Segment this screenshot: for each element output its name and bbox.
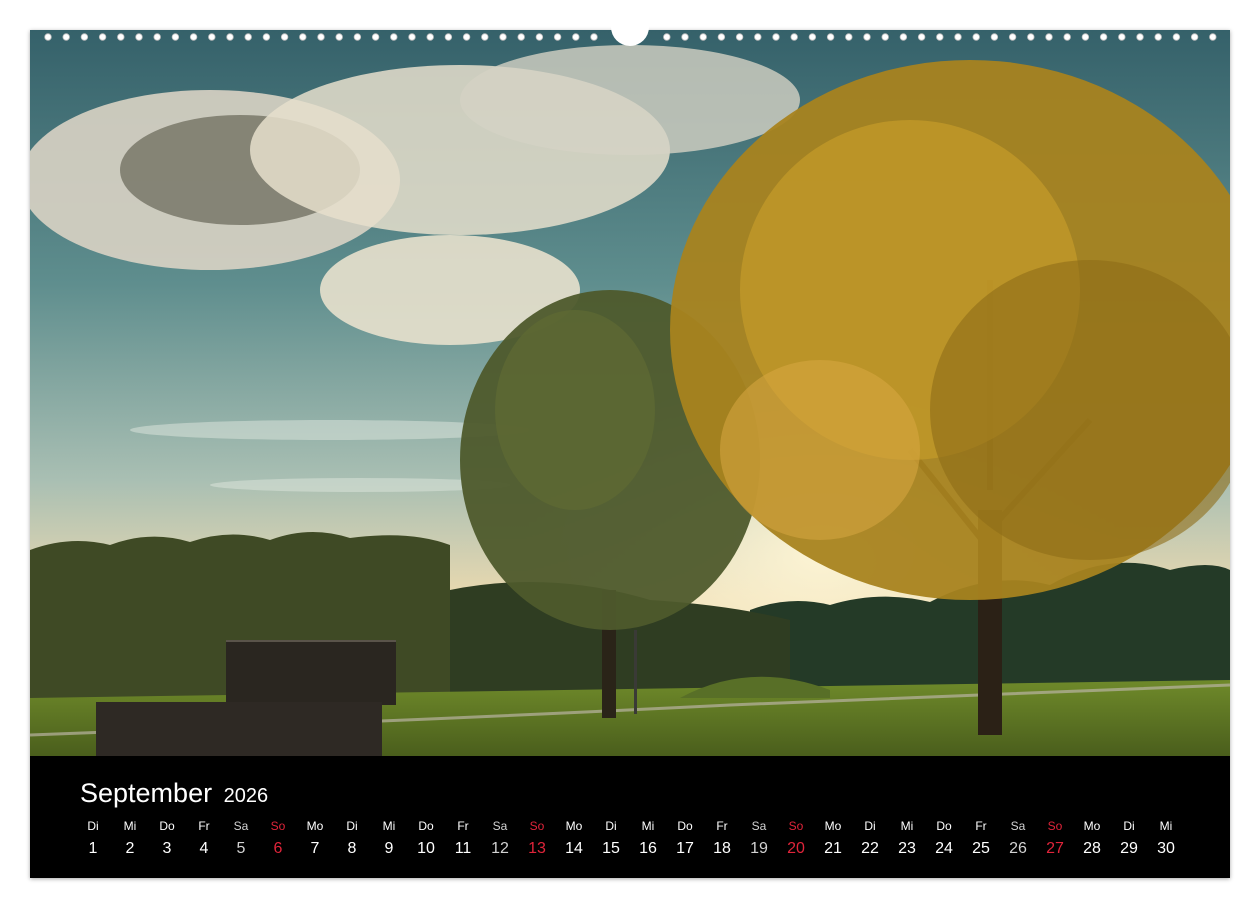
day-cell: So 13 (519, 818, 555, 860)
day-number: 30 (1157, 840, 1175, 857)
weekday-label: Fr (716, 819, 728, 833)
weekday-label: Di (346, 819, 358, 833)
day-cell: Mo 7 (297, 818, 333, 860)
day-number: 17 (676, 840, 694, 857)
weekday-label: So (270, 819, 286, 833)
day-number: 20 (787, 840, 805, 857)
day-number: 12 (491, 840, 509, 857)
day-number: 8 (347, 840, 357, 857)
weekday-label: Do (159, 819, 175, 833)
day-number: 7 (310, 840, 320, 857)
weekday-label: Di (864, 819, 876, 833)
day-number: 18 (713, 840, 731, 857)
day-number: 1 (88, 840, 98, 857)
day-number: 25 (972, 840, 990, 857)
month-name: September (80, 778, 213, 808)
day-number: 21 (824, 840, 842, 857)
day-number: 13 (528, 840, 546, 857)
weekday-label: Do (677, 819, 693, 833)
day-cell: Fr 11 (445, 818, 481, 860)
weekday-label: Mo (306, 819, 324, 833)
weekday-label: Mi (382, 819, 396, 833)
weekday-label: Fr (198, 819, 210, 833)
day-cell: Di 1 (75, 818, 111, 860)
day-cell: Di 8 (334, 818, 370, 860)
day-cell: Mo 14 (556, 818, 592, 860)
weekday-label: Mi (123, 819, 137, 833)
day-number: 2 (125, 840, 135, 857)
autumn-park-illustration (30, 30, 1230, 756)
day-cell: Mo 21 (815, 818, 851, 860)
day-cell: Do 3 (149, 818, 185, 860)
weekday-label: Di (87, 819, 99, 833)
weekday-label: Mi (641, 819, 655, 833)
landscape-photo (30, 30, 1230, 756)
weekday-label: Sa (233, 819, 249, 833)
weekday-label: Sa (751, 819, 767, 833)
weekday-label: Di (605, 819, 617, 833)
weekday-label: Do (936, 819, 952, 833)
day-cell: Mi 16 (630, 818, 666, 860)
day-cell: Sa 12 (482, 818, 518, 860)
day-cell: Mi 30 (1148, 818, 1184, 860)
weekday-label: Sa (492, 819, 508, 833)
month-title: September 2026 (80, 778, 268, 809)
weekday-label: Mo (824, 819, 842, 833)
day-cell: So 27 (1037, 818, 1073, 860)
day-cell: Mi 23 (889, 818, 925, 860)
calendar-strip: September 2026 Di 1 Mi 2 Do 3 Fr 4 Sa 5 So 6 Mo 7 Di 8 M… (30, 756, 1230, 878)
day-number: 23 (898, 840, 916, 857)
weekday-label: Mo (565, 819, 583, 833)
day-number: 28 (1083, 840, 1101, 857)
day-cell: Do 24 (926, 818, 962, 860)
weekday-label: Do (418, 819, 434, 833)
day-number: 4 (199, 840, 209, 857)
day-cell: Fr 18 (704, 818, 740, 860)
day-number: 15 (602, 840, 620, 857)
day-cell: Sa 19 (741, 818, 777, 860)
weekday-label: Mi (900, 819, 914, 833)
calendar-page: September 2026 Di 1 Mi 2 Do 3 Fr 4 Sa 5 So 6 Mo 7 Di 8 M… (30, 18, 1230, 878)
day-number: 22 (861, 840, 879, 857)
day-number: 11 (454, 840, 472, 857)
weekday-label: So (788, 819, 804, 833)
day-number: 26 (1009, 840, 1027, 857)
day-cell: Mi 9 (371, 818, 407, 860)
year-label: 2026 (223, 785, 269, 807)
weekday-label: Sa (1010, 819, 1026, 833)
weekday-label: Fr (975, 819, 987, 833)
day-cell: Do 17 (667, 818, 703, 860)
day-cell: Di 15 (593, 818, 629, 860)
day-number: 5 (236, 840, 246, 857)
day-number: 29 (1120, 840, 1138, 857)
weekday-label: Fr (457, 819, 469, 833)
day-number: 6 (273, 840, 283, 857)
day-number: 19 (750, 840, 768, 857)
day-cell: So 20 (778, 818, 814, 860)
day-cell: Di 29 (1111, 818, 1147, 860)
day-cell: Mi 2 (112, 818, 148, 860)
weekday-label: Di (1123, 819, 1135, 833)
weekday-label: Mi (1159, 819, 1173, 833)
day-cell: Do 10 (408, 818, 444, 860)
day-number: 10 (417, 840, 435, 857)
day-cell: Fr 4 (186, 818, 222, 860)
day-cell: So 6 (260, 818, 296, 860)
day-number: 14 (565, 840, 583, 857)
day-number: 27 (1046, 840, 1064, 857)
day-number: 24 (935, 840, 953, 857)
day-cell: Sa 26 (1000, 818, 1036, 860)
day-cell: Sa 5 (223, 818, 259, 860)
day-number: 3 (162, 840, 172, 857)
weekday-label: Mo (1083, 819, 1101, 833)
weekday-label: So (1047, 819, 1063, 833)
day-number: 9 (384, 840, 394, 857)
weekday-label: So (529, 819, 545, 833)
day-grid: Di 1 Mi 2 Do 3 Fr 4 Sa 5 So 6 Mo 7 Di 8 Mi 9 Do 10 Fr 11 Sa 12 S… (75, 818, 1185, 868)
day-cell: Fr 25 (963, 818, 999, 860)
day-number: 16 (639, 840, 657, 857)
day-cell: Mo 28 (1074, 818, 1110, 860)
day-cell: Di 22 (852, 818, 888, 860)
